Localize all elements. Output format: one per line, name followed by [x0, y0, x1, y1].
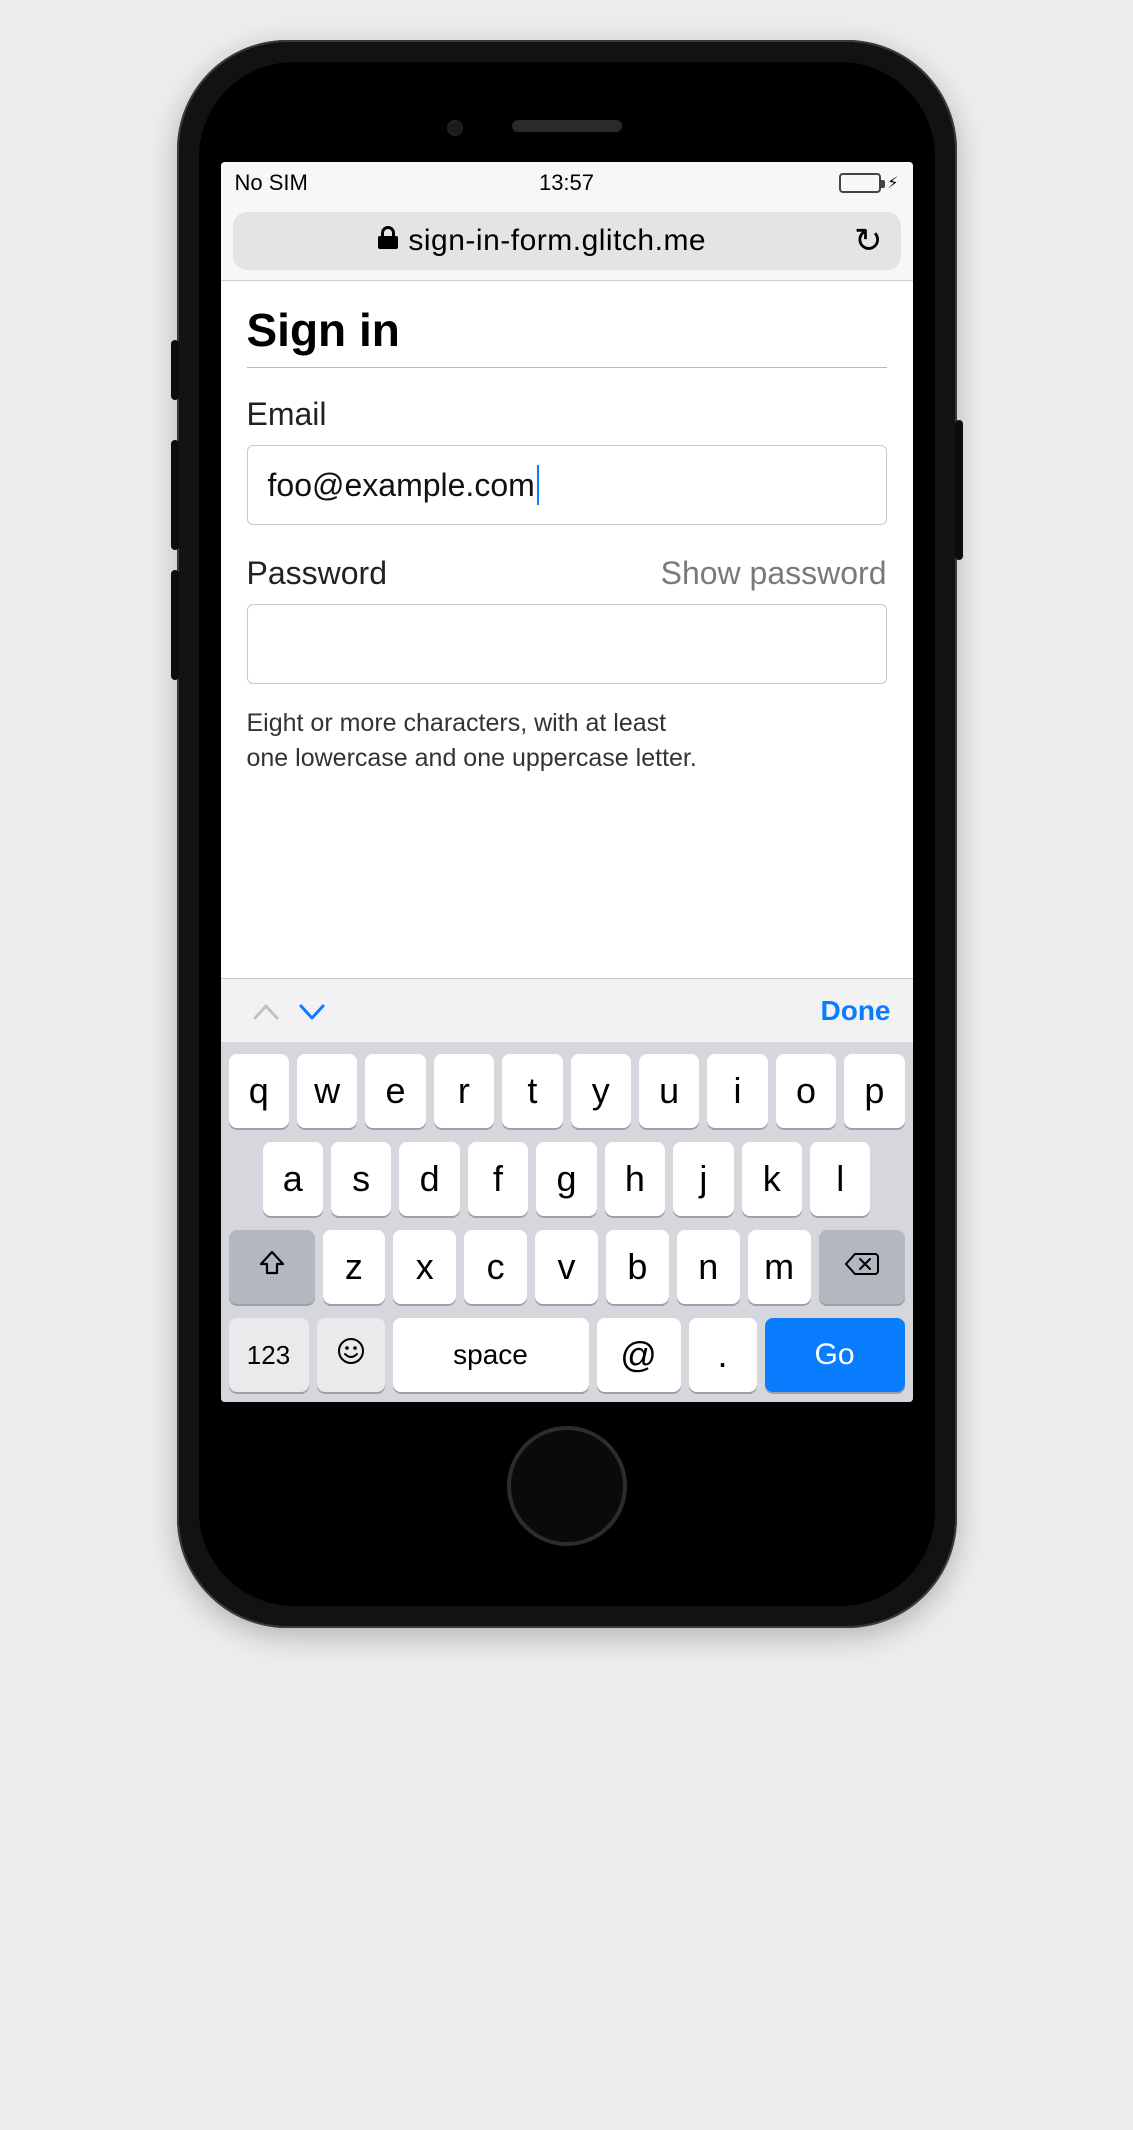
phone-power-button — [955, 420, 963, 560]
key-l[interactable]: l — [810, 1142, 870, 1216]
show-password-toggle[interactable]: Show password — [661, 555, 887, 592]
key-n[interactable]: n — [677, 1230, 740, 1304]
key-c[interactable]: c — [464, 1230, 527, 1304]
key-r[interactable]: r — [434, 1054, 494, 1128]
key-space[interactable]: space — [393, 1318, 589, 1392]
password-label: Password — [247, 555, 388, 592]
key-e[interactable]: e — [365, 1054, 425, 1128]
text-caret — [537, 465, 539, 505]
carrier-label: No SIM — [235, 170, 456, 196]
address-bar[interactable]: sign-in-form.glitch.me ↻ — [233, 212, 901, 270]
key-g[interactable]: g — [536, 1142, 596, 1216]
keyboard-accessory: Done — [221, 978, 913, 1042]
home-button[interactable] — [507, 1426, 627, 1546]
key-shift[interactable] — [229, 1230, 315, 1304]
shift-icon — [258, 1249, 286, 1285]
key-emoji[interactable] — [317, 1318, 385, 1392]
reload-icon[interactable]: ↻ — [842, 221, 883, 261]
key-k[interactable]: k — [742, 1142, 802, 1216]
key-i[interactable]: i — [707, 1054, 767, 1128]
key-d[interactable]: d — [399, 1142, 459, 1216]
key-v[interactable]: v — [535, 1230, 598, 1304]
keyboard: q w e r t y u i o p a s d f g h — [221, 1042, 913, 1402]
url-text: sign-in-form.glitch.me — [408, 224, 706, 258]
key-u[interactable]: u — [639, 1054, 699, 1128]
phone-mute-switch — [171, 340, 179, 400]
key-t[interactable]: t — [502, 1054, 562, 1128]
key-y[interactable]: y — [571, 1054, 631, 1128]
front-camera — [447, 120, 463, 136]
key-x[interactable]: x — [393, 1230, 456, 1304]
key-b[interactable]: b — [606, 1230, 669, 1304]
keyboard-row-4: 123 space @ . Go — [229, 1318, 905, 1392]
email-label: Email — [247, 396, 887, 433]
key-h[interactable]: h — [605, 1142, 665, 1216]
browser-toolbar: sign-in-form.glitch.me ↻ — [221, 204, 913, 281]
screen: No SIM 13:57 ⚡︎ sign-in-form.glitch.me — [221, 162, 913, 1402]
earpiece-speaker — [512, 120, 622, 132]
password-field[interactable] — [247, 604, 887, 684]
keyboard-row-2: a s d f g h j k l — [229, 1142, 905, 1216]
phone-volume-up — [171, 440, 179, 550]
email-field[interactable]: foo@example.com — [247, 445, 887, 525]
key-m[interactable]: m — [748, 1230, 811, 1304]
key-p[interactable]: p — [844, 1054, 904, 1128]
key-o[interactable]: o — [776, 1054, 836, 1128]
key-a[interactable]: a — [263, 1142, 323, 1216]
key-at[interactable]: @ — [597, 1318, 681, 1392]
status-right: ⚡︎ — [677, 173, 898, 193]
email-value: foo@example.com — [268, 467, 535, 504]
key-q[interactable]: q — [229, 1054, 289, 1128]
battery-icon — [839, 173, 881, 193]
key-j[interactable]: j — [673, 1142, 733, 1216]
key-s[interactable]: s — [331, 1142, 391, 1216]
key-z[interactable]: z — [323, 1230, 386, 1304]
backspace-icon — [845, 1250, 879, 1284]
key-f[interactable]: f — [468, 1142, 528, 1216]
keyboard-done-button[interactable]: Done — [821, 995, 891, 1027]
key-w[interactable]: w — [297, 1054, 357, 1128]
key-dot[interactable]: . — [689, 1318, 757, 1392]
phone-frame: No SIM 13:57 ⚡︎ sign-in-form.glitch.me — [177, 40, 957, 1628]
password-hint: Eight or more characters, with at least … — [247, 706, 887, 776]
key-backspace[interactable] — [819, 1230, 905, 1304]
next-field-arrow-icon[interactable] — [289, 992, 335, 1029]
prev-field-arrow-icon — [243, 992, 289, 1029]
charging-icon: ⚡︎ — [887, 173, 898, 193]
lock-icon — [378, 226, 398, 256]
page-content: Sign in Email foo@example.com Password S… — [221, 281, 913, 978]
keyboard-row-3: z x c v b n m — [229, 1230, 905, 1304]
keyboard-row-1: q w e r t y u i o p — [229, 1054, 905, 1128]
emoji-icon — [336, 1336, 366, 1374]
phone-volume-down — [171, 570, 179, 680]
status-bar: No SIM 13:57 ⚡︎ — [221, 162, 913, 204]
clock: 13:57 — [456, 170, 677, 196]
page-title: Sign in — [247, 303, 887, 368]
key-go[interactable]: Go — [765, 1318, 905, 1392]
key-123[interactable]: 123 — [229, 1318, 309, 1392]
